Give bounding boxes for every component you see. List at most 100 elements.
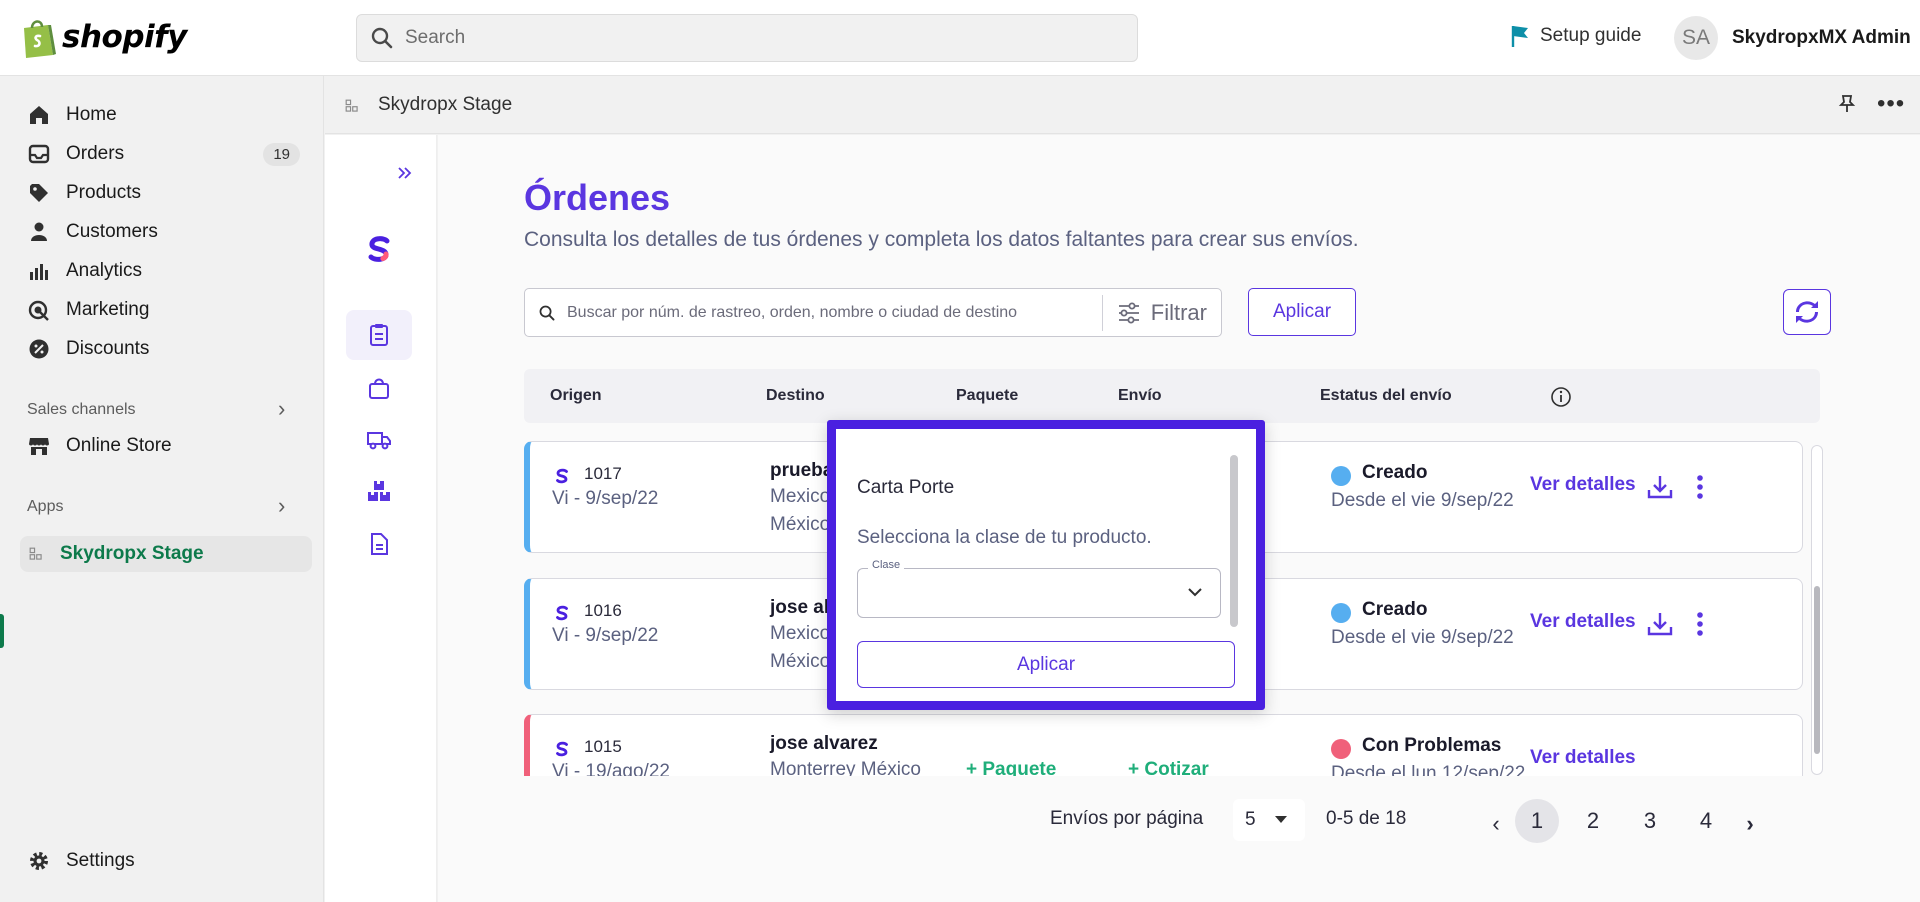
app-nav-rail (325, 135, 437, 902)
page-1-button[interactable]: 1 (1515, 799, 1559, 843)
per-page-label: Envíos por página (1050, 808, 1204, 829)
scrollbar-thumb[interactable] (1814, 586, 1820, 754)
skydropx-logo-icon (368, 236, 390, 262)
pagination: Envíos por página 5 0-5 de 18 ‹ 1 2 3 4 … (438, 795, 1920, 845)
popover-description: Selecciona la clase de tu producto. (857, 527, 1152, 548)
view-details-link[interactable]: Ver detalles (1530, 611, 1636, 633)
per-page-select[interactable]: 5 (1233, 799, 1305, 841)
popover-apply-button[interactable]: Aplicar (857, 641, 1235, 688)
sidebar-item-orders[interactable]: Orders 19 (20, 136, 312, 172)
column-header: Origen (550, 387, 602, 404)
view-details-link[interactable]: Ver detalles (1530, 474, 1636, 496)
sidebar-item-settings[interactable]: Settings (20, 843, 312, 879)
rail-item-shop[interactable] (346, 363, 412, 413)
destination-name: jose alvarez (770, 733, 878, 754)
home-icon (30, 106, 48, 124)
per-page-value: 5 (1245, 809, 1256, 830)
order-date: Vi - 9/sep/22 (552, 488, 659, 509)
page-subtitle: Consulta los detalles de tus órdenes y c… (524, 228, 1359, 251)
column-header: Destino (766, 387, 825, 404)
apps-chevron-icon[interactable]: › (278, 493, 285, 519)
sidebar-item-analytics[interactable]: Analytics (20, 253, 312, 289)
sidebar-item-skydropx-stage[interactable]: Skydropx Stage (20, 536, 312, 572)
sidebar-item-label: Home (66, 104, 117, 125)
destination-name: jose al (770, 597, 830, 618)
download-icon[interactable] (1645, 472, 1675, 502)
global-search[interactable]: Search (356, 14, 1138, 62)
column-header: Envío (1118, 387, 1162, 404)
search-icon (371, 27, 393, 49)
destination-city: Mexico (770, 623, 831, 644)
status-dot (1331, 466, 1351, 486)
sidebar-item-label: Settings (66, 850, 135, 871)
order-number: 1015 (584, 737, 622, 756)
setup-guide-button[interactable]: Setup guide (1510, 24, 1641, 48)
orders-count-badge: 19 (263, 142, 300, 166)
sliders-icon (1118, 302, 1139, 323)
sidebar-item-marketing[interactable]: Marketing (20, 292, 312, 328)
more-vertical-icon[interactable] (1694, 609, 1706, 639)
user-menu[interactable]: SA SkydropxMX Admin (1674, 16, 1911, 60)
app-grid-icon (29, 547, 42, 560)
discount-icon (29, 339, 49, 359)
prev-page-icon[interactable]: ‹ (1475, 803, 1517, 845)
popover-scrollbar[interactable] (1230, 455, 1238, 627)
sidebar-item-label: Products (66, 182, 141, 203)
pin-icon[interactable] (1838, 94, 1856, 114)
sales-channels-heading: Sales channels (27, 401, 136, 418)
order-search-input[interactable]: Buscar por núm. de rastreo, orden, nombr… (567, 304, 1102, 322)
truck-icon (367, 432, 391, 450)
order-date: Vi - 19/ago/22 (552, 761, 670, 776)
quote-label: Cotizar (1144, 759, 1209, 776)
more-vertical-icon[interactable] (1694, 472, 1706, 502)
top-bar: shopify Search Setup guide SA SkydropxMX… (0, 0, 1920, 76)
table-header: Origen Destino Paquete Envío Estatus del… (524, 369, 1820, 423)
status-badge: Creado (1362, 599, 1428, 620)
filter-button[interactable]: Filtrar (1103, 300, 1221, 326)
next-page-icon[interactable]: › (1729, 803, 1771, 845)
more-options-icon[interactable]: ••• (1877, 90, 1905, 118)
sidebar-item-label: Customers (66, 221, 158, 242)
search-icon (539, 305, 555, 320)
sidebar-item-online-store[interactable]: Online Store (20, 428, 312, 464)
tag-icon (30, 184, 48, 202)
info-icon[interactable] (1550, 386, 1572, 408)
rail-item-documents[interactable] (346, 519, 412, 569)
order-number: 1016 (584, 601, 622, 620)
shopify-bag-icon (24, 20, 56, 58)
skydropx-logo-icon (556, 468, 568, 484)
rail-item-orders[interactable] (346, 310, 412, 360)
order-number: 1017 (584, 464, 622, 483)
sidebar-item-customers[interactable]: Customers (20, 214, 312, 250)
skydropx-logo-icon (556, 741, 568, 757)
clase-select[interactable]: Clase (857, 559, 1221, 618)
rail-item-shipping[interactable] (346, 415, 412, 465)
app-grid-icon (345, 99, 358, 112)
clase-field-label: Clase (868, 559, 905, 571)
flag-icon (1511, 26, 1528, 47)
sidebar-item-products[interactable]: Products (20, 175, 312, 211)
destination-country: México (770, 514, 831, 535)
user-name: SkydropxMX Admin (1732, 27, 1911, 48)
page-3-button[interactable]: 3 (1628, 799, 1672, 843)
table-row[interactable]: 1015 Vi - 19/ago/22 jose alvarez Monterr… (524, 714, 1803, 776)
chevron-down-icon (1188, 588, 1202, 597)
shopify-logo[interactable]: shopify (20, 16, 187, 58)
quote-button[interactable]: + Cotizar (1128, 759, 1209, 776)
apply-filter-button[interactable]: Aplicar (1248, 288, 1356, 336)
sidebar-item-discounts[interactable]: Discounts (20, 331, 312, 367)
page-4-button[interactable]: 4 (1684, 799, 1728, 843)
view-details-link[interactable]: Ver detalles (1530, 747, 1636, 769)
download-icon[interactable] (1645, 609, 1675, 639)
caret-down-icon (1274, 816, 1287, 823)
page-2-button[interactable]: 2 (1571, 799, 1615, 843)
rail-item-packages[interactable] (346, 466, 412, 516)
bar-chart-icon (30, 264, 48, 280)
refresh-button[interactable] (1783, 289, 1831, 335)
expand-chevrons-icon[interactable] (397, 165, 413, 181)
sales-channels-chevron-icon[interactable]: › (278, 396, 285, 422)
list-scrollbar[interactable] (1811, 445, 1823, 775)
add-package-button[interactable]: + Paquete (966, 759, 1056, 776)
sidebar-item-home[interactable]: Home (20, 97, 312, 133)
sidebar-item-label: Analytics (66, 260, 143, 281)
